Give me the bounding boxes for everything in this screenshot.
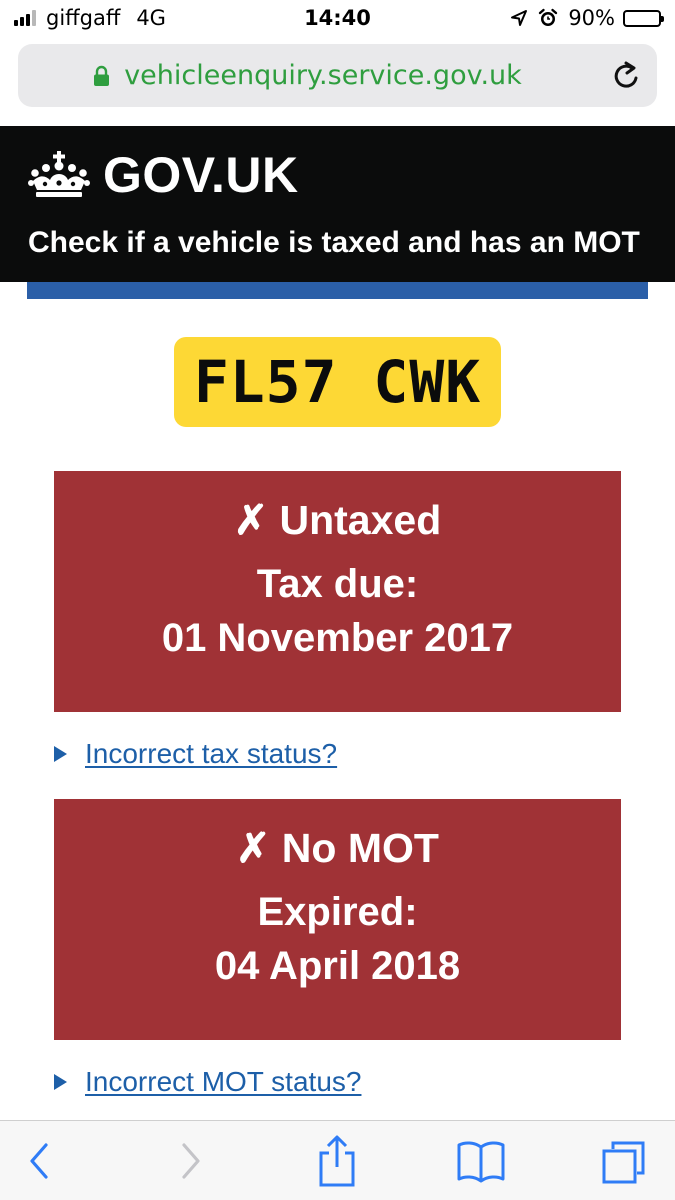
battery-icon xyxy=(623,9,664,27)
tax-status-panel: ✗ Untaxed Tax due: 01 November 2017 xyxy=(54,471,621,712)
address-bar[interactable]: vehicleenquiry.service.gov.uk xyxy=(18,44,657,107)
tabs-icon[interactable] xyxy=(601,1139,647,1185)
govuk-logotype[interactable]: GOV.UK xyxy=(103,145,299,205)
incorrect-mot-status-link[interactable]: Incorrect MOT status? xyxy=(85,1066,361,1098)
browser-toolbar xyxy=(0,1120,675,1200)
url-text: vehicleenquiry.service.gov.uk xyxy=(124,60,522,91)
forward-icon[interactable] xyxy=(178,1139,204,1183)
mot-status-heading: ✗ No MOT xyxy=(236,825,439,871)
disclosure-triangle-icon[interactable] xyxy=(54,1074,67,1090)
crown-icon[interactable] xyxy=(28,150,90,198)
registration-plate: FL57 CWK xyxy=(174,337,501,427)
mot-expired-label: Expired: xyxy=(257,890,418,934)
tax-status-heading: ✗ Untaxed xyxy=(233,497,442,543)
incorrect-tax-status-details[interactable]: Incorrect tax status? xyxy=(54,738,337,770)
back-icon[interactable] xyxy=(26,1139,52,1183)
status-right: 90% xyxy=(510,6,664,30)
incorrect-tax-status-link[interactable]: Incorrect tax status? xyxy=(85,738,337,770)
location-icon xyxy=(511,10,528,26)
disclosure-triangle-icon[interactable] xyxy=(54,746,67,762)
battery-percent: 90% xyxy=(568,6,615,30)
bookmarks-icon[interactable] xyxy=(456,1139,506,1183)
service-name[interactable]: Check if a vehicle is taxed and has an M… xyxy=(28,224,640,262)
header-accent-bar xyxy=(27,282,648,299)
reload-icon[interactable] xyxy=(611,60,641,92)
incorrect-mot-status-details[interactable]: Incorrect MOT status? xyxy=(54,1066,361,1098)
url-display[interactable]: vehicleenquiry.service.gov.uk xyxy=(18,44,597,107)
share-icon[interactable] xyxy=(315,1133,359,1189)
tax-due-date: 01 November 2017 xyxy=(161,616,514,660)
mot-expiry-date: 04 April 2018 xyxy=(214,944,461,988)
lock-icon xyxy=(94,65,110,86)
tax-due-label: Tax due: xyxy=(256,562,419,606)
mot-status-panel: ✗ No MOT Expired: 04 April 2018 xyxy=(54,799,621,1040)
status-bar: giffgaff 4G 14:40 90% xyxy=(0,0,675,38)
alarm-icon xyxy=(539,8,558,26)
